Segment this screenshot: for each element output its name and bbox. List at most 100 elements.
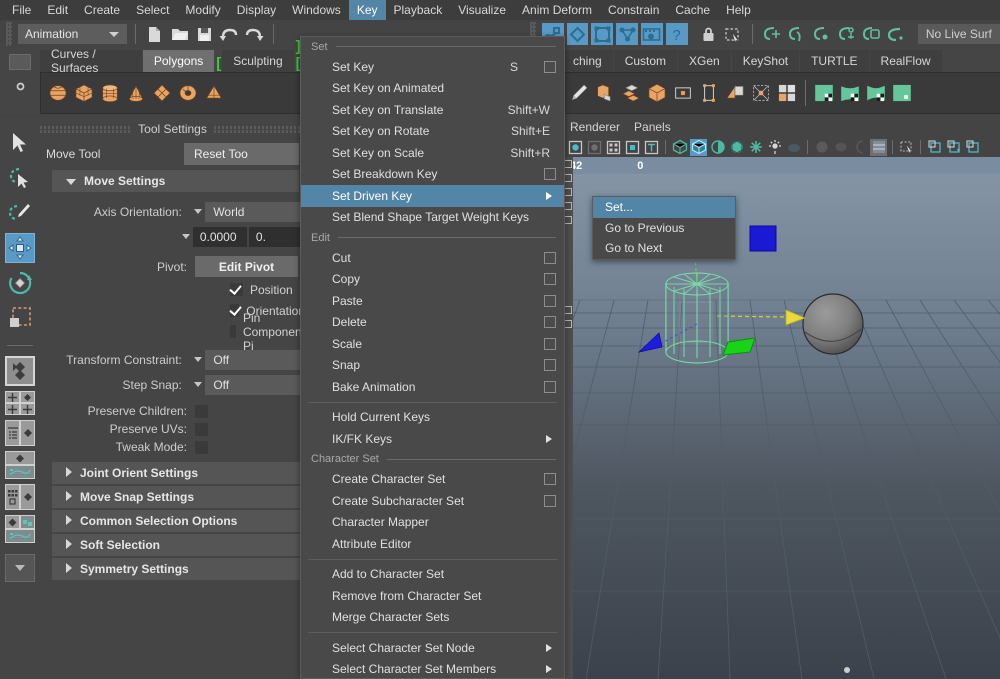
option-box-icon[interactable] <box>544 495 556 507</box>
menu-item-playback[interactable]: Playback <box>386 0 451 20</box>
shelf-options-icon[interactable] <box>14 80 27 96</box>
make-live-icon[interactable] <box>885 23 907 45</box>
select-camera-icon[interactable] <box>567 139 584 156</box>
transform-component-icon[interactable] <box>750 82 772 104</box>
scale-tool-icon[interactable] <box>5 303 35 333</box>
shelf-tab-polygons[interactable]: Polygons <box>143 50 214 72</box>
group-move-snap-settings[interactable]: Move Snap Settings <box>52 486 305 508</box>
uv-planar-map-icon[interactable] <box>813 82 835 104</box>
poly-pyramid-icon[interactable] <box>203 82 225 104</box>
wireframe-shading-icon[interactable] <box>671 139 688 156</box>
group-common-selection-options[interactable]: Common Selection Options <box>52 510 305 532</box>
snap-to-projected-center-icon[interactable] <box>835 23 857 45</box>
menu-item-constrain[interactable]: Constrain <box>600 0 667 20</box>
menu-item-key[interactable]: Key <box>349 0 386 20</box>
multi-quad-icon[interactable] <box>620 82 642 104</box>
lock-icon[interactable] <box>698 23 720 45</box>
shelf-menu-icon[interactable] <box>9 54 31 70</box>
undo-icon[interactable] <box>218 23 240 45</box>
camera-attributes-icon[interactable] <box>605 139 622 156</box>
option-box-icon[interactable] <box>544 252 556 264</box>
help-question-icon[interactable]: ? <box>666 23 688 45</box>
textured-shading-icon[interactable] <box>728 139 745 156</box>
menu-item-hold-current-keys[interactable]: Hold Current Keys <box>301 407 564 429</box>
layout-persp-outliner-graph-icon[interactable] <box>5 515 35 543</box>
use-all-lights-icon[interactable] <box>766 139 783 156</box>
option-box-icon[interactable] <box>544 168 556 180</box>
menu-item-set-breakdown-key[interactable]: Set Breakdown Key <box>301 164 564 186</box>
toolbox-expand-icon[interactable] <box>5 554 35 582</box>
poly-torus-icon[interactable] <box>177 82 199 104</box>
checkbox-position[interactable] <box>230 283 243 296</box>
option-box-icon[interactable] <box>544 359 556 371</box>
combine-cube-icon[interactable] <box>646 82 668 104</box>
submenu-item-set[interactable]: Set... <box>593 197 735 218</box>
new-scene-icon[interactable] <box>144 23 166 45</box>
isolate-select-icon[interactable] <box>926 139 943 156</box>
axis-orientation-value[interactable]: World <box>205 202 305 222</box>
menu-item-set-key-on-animated[interactable]: Set Key on Animated <box>301 78 564 100</box>
shade-all-items-icon[interactable] <box>709 139 726 156</box>
layout-four-view-icon[interactable] <box>5 391 35 415</box>
motion-blur-icon[interactable] <box>832 139 849 156</box>
poly-cube-icon[interactable] <box>73 82 95 104</box>
shelf-tab-turtle[interactable]: TURTLE <box>800 50 868 72</box>
option-box-icon[interactable] <box>544 338 556 350</box>
shelf-tab-sculpting[interactable]: Sculpting <box>222 50 293 72</box>
shelf-tab-ching[interactable]: ching <box>562 50 613 72</box>
group-symmetry-settings[interactable]: Symmetry Settings <box>52 558 305 580</box>
poly-plane-icon[interactable] <box>151 82 173 104</box>
shelf-tab-xgen[interactable]: XGen <box>678 50 731 72</box>
menu-item-anim-deform[interactable]: Anim Deform <box>514 0 600 20</box>
transform-constraint-value[interactable]: Off <box>205 350 305 370</box>
submenu-item-go-to-previous[interactable]: Go to Previous <box>593 218 735 239</box>
image-plane-icon[interactable] <box>643 139 660 156</box>
edge-loop-icon[interactable] <box>698 82 720 104</box>
menu-item-copy[interactable]: Copy <box>301 269 564 291</box>
move-tool-icon[interactable] <box>5 233 35 263</box>
menu-item-select-character-set-node[interactable]: Select Character Set Node <box>301 637 564 659</box>
display-textures-icon[interactable] <box>870 139 887 156</box>
menu-item-add-to-character-set[interactable]: Add to Character Set <box>301 564 564 586</box>
menu-set-selector[interactable]: Animation <box>18 24 127 44</box>
group-soft-selection[interactable]: Soft Selection <box>52 534 305 556</box>
multisample-aa-icon[interactable] <box>851 139 868 156</box>
lasso-select-tool-icon[interactable] <box>5 163 35 193</box>
smooth-shading-icon[interactable] <box>690 139 707 156</box>
uv-layout-icon[interactable] <box>776 82 798 104</box>
sculpt-pencil-icon[interactable] <box>568 82 590 104</box>
film-strip-icon[interactable] <box>641 23 663 45</box>
menu-item-set-key-on-rotate[interactable]: Set Key on Rotate Shift+E <box>301 121 564 143</box>
menu-item-set-key-on-scale[interactable]: Set Key on Scale Shift+R <box>301 142 564 164</box>
menu-item-windows[interactable]: Windows <box>284 0 349 20</box>
checkbox-preserve-uvs[interactable] <box>195 423 208 436</box>
poly-cylinder-icon[interactable] <box>99 82 121 104</box>
menu-item-set-driven-key[interactable]: Set Driven Key <box>301 185 564 207</box>
menu-item-create[interactable]: Create <box>76 0 128 20</box>
selection-mask-icon[interactable] <box>722 23 744 45</box>
poly-cone-icon[interactable] <box>125 82 147 104</box>
axis-orientation-dropdown-icon[interactable] <box>190 209 205 214</box>
menu-item-set-blend-shape-target-weight-keys[interactable]: Set Blend Shape Target Weight Keys <box>301 207 564 229</box>
snap-to-grid-icon[interactable] <box>761 23 783 45</box>
menu-item-edit[interactable]: Edit <box>39 0 76 20</box>
menu-item-paste[interactable]: Paste <box>301 290 564 312</box>
layout-persp-graph-icon[interactable] <box>5 451 35 479</box>
step-snap-value[interactable]: Off <box>205 375 305 395</box>
option-box-icon[interactable] <box>544 61 556 73</box>
key-menu-dropdown[interactable]: Set Set Key S Set Key on Animated Set Ke… <box>300 36 565 679</box>
layout-outliner-persp-icon[interactable] <box>5 420 35 446</box>
bookmark-view-icon[interactable] <box>624 139 641 156</box>
transform-constraint-dropdown-icon[interactable] <box>190 357 205 362</box>
option-box-icon[interactable] <box>544 381 556 393</box>
shelf-tab-realflow[interactable]: RealFlow <box>870 50 942 72</box>
menu-item-display[interactable]: Display <box>229 0 284 20</box>
shelf-tab-keyshot[interactable]: KeyShot <box>732 50 799 72</box>
uv-cylindrical-map-icon[interactable] <box>839 82 861 104</box>
menu-item-attribute-editor[interactable]: Attribute Editor <box>301 533 564 555</box>
checkbox-pin-component-pivot[interactable] <box>230 325 236 338</box>
option-box-icon[interactable] <box>544 273 556 285</box>
snap-to-point-icon[interactable] <box>811 23 833 45</box>
shelf-tab-custom[interactable]: Custom <box>614 50 677 72</box>
menu-item-file[interactable]: File <box>4 0 39 20</box>
